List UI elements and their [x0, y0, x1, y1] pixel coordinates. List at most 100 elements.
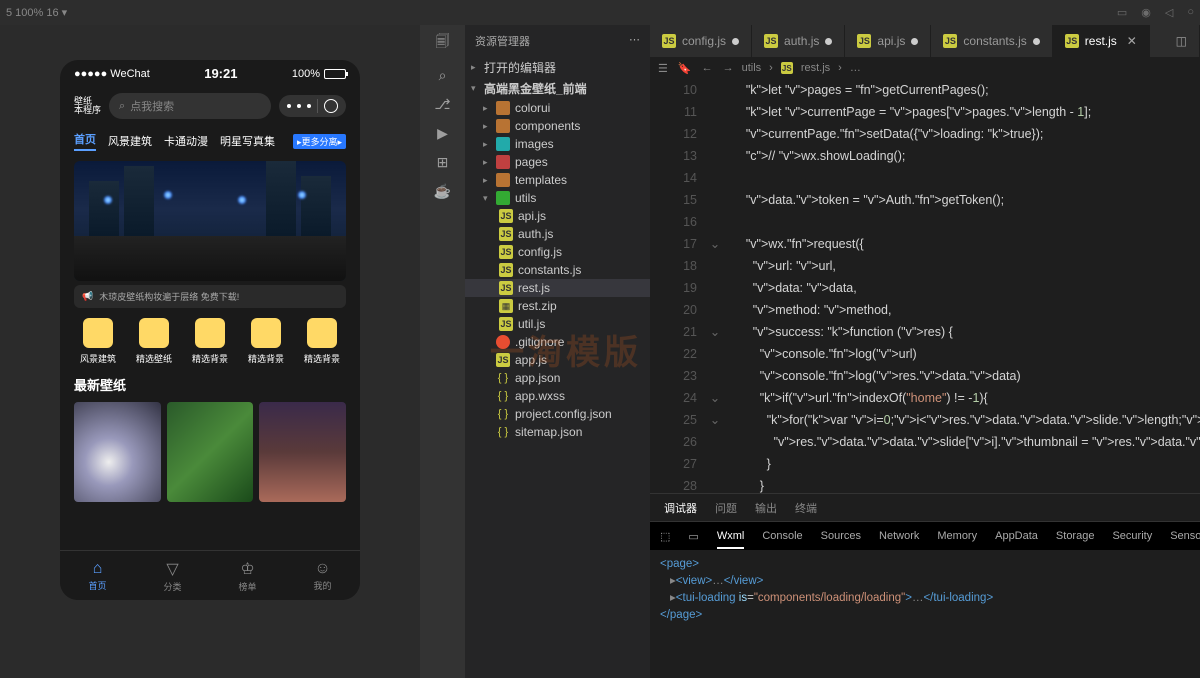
devtab-sources[interactable]: Sources — [821, 530, 861, 542]
tree-folder-utils[interactable]: ▾utils — [465, 189, 650, 207]
explorer-header: 资源管理器 ⋯ — [465, 25, 650, 57]
devtab-network[interactable]: Network — [879, 530, 919, 542]
close-icon[interactable]: ✕ — [1127, 34, 1137, 48]
devtab-storage[interactable]: Storage — [1056, 530, 1095, 542]
devtab-wxml[interactable]: Wxml — [717, 530, 745, 549]
devtab-console[interactable]: Console — [762, 530, 802, 542]
nav-rank[interactable]: ♔榜单 — [238, 559, 256, 593]
tree-file[interactable]: ▦rest.zip — [465, 297, 650, 315]
back-icon[interactable]: ◁ — [1165, 6, 1173, 19]
editor-tab[interactable]: JSconfig.js — [650, 25, 752, 57]
device-icon[interactable]: ▭ — [1117, 6, 1127, 19]
editor-tab-active[interactable]: JSrest.js✕ — [1053, 25, 1150, 57]
devtab-security[interactable]: Security — [1112, 530, 1152, 542]
line-gutter: 10 11 12 13 14 15 16 17 18 19 20 21 22 2… — [650, 79, 705, 493]
tree-file[interactable]: { }project.config.json — [465, 405, 650, 423]
split-icon[interactable]: ◫ — [1176, 34, 1187, 48]
more-icon[interactable]: ⋯ — [629, 33, 640, 49]
home-icon[interactable]: ○ — [1187, 6, 1194, 19]
fold-column[interactable]: ⌄ ⌄ ⌄ ⌄ — [705, 79, 725, 493]
tab-stars[interactable]: 明星写真集 — [220, 133, 275, 149]
devtab-sensor[interactable]: Sensor — [1170, 530, 1200, 542]
tree-folder[interactable]: ▸templates — [465, 171, 650, 189]
device-icon[interactable]: ▭ — [688, 530, 698, 543]
wxml-tree[interactable]: <page> ▸<view>…</view> ▸<tui-loading is=… — [650, 550, 1200, 630]
target-icon[interactable] — [324, 99, 338, 113]
editor-tabs: JSconfig.js JSauth.js JSapi.js JSconstan… — [650, 25, 1200, 57]
bottom-nav: ⌂首页 ▽分类 ♔榜单 ☺我的 — [60, 550, 360, 600]
editor-tab[interactable]: JSconstants.js — [931, 25, 1052, 57]
back-icon[interactable]: ← — [702, 62, 713, 75]
bottom-panel: 调试器 问题 输出 终端 ⬚ ▭ Wxml Console Sources Ne… — [650, 493, 1200, 678]
editor-actions: ◫ — [1150, 25, 1200, 57]
wallpaper-row — [60, 398, 360, 506]
files-icon[interactable]: 🗐 — [436, 31, 450, 55]
emoji-cat-1[interactable]: 精选壁纸 — [136, 318, 172, 365]
nav-home[interactable]: ⌂首页 — [88, 560, 106, 592]
search-icon[interactable]: ⌕ — [439, 67, 447, 84]
tab-debugger[interactable]: 调试器 — [664, 500, 697, 523]
tree-file[interactable]: JSutil.js — [465, 315, 650, 333]
tree-folder[interactable]: ▸images — [465, 135, 650, 153]
nav-me[interactable]: ☺我的 — [313, 560, 331, 592]
wechat-capsule[interactable] — [279, 95, 346, 117]
wallpaper-thumb[interactable] — [167, 402, 254, 502]
tree-folder[interactable]: ▸pages — [465, 153, 650, 171]
more-categories[interactable]: ▸更多分离▸ — [293, 134, 346, 149]
forward-icon[interactable]: → — [723, 62, 734, 75]
tree-section[interactable]: ▸打开的编辑器 — [465, 57, 650, 78]
activity-bar: 🗐 ⌕ ⎇ ▶ ⊞ ☕ — [420, 25, 465, 678]
editor-tab[interactable]: JSapi.js — [845, 25, 931, 57]
tree-project[interactable]: ▾高端黑金壁纸_前端 — [465, 78, 650, 99]
tab-scenery[interactable]: 风景建筑 — [108, 133, 152, 149]
emoji-cat-0[interactable]: 风景建筑 — [80, 318, 116, 365]
panel-tabs: 调试器 问题 输出 终端 — [650, 494, 1200, 522]
tree-file[interactable]: { }sitemap.json — [465, 423, 650, 441]
zoom-indicator[interactable]: 5 100% 16 ▾ — [6, 6, 67, 19]
section-title: 最新壁纸 — [60, 371, 360, 398]
tree-file[interactable]: JSconfig.js — [465, 243, 650, 261]
devtools-tabs: ⬚ ▭ Wxml Console Sources Network Memory … — [650, 522, 1200, 550]
tree-file[interactable]: { }app.json — [465, 369, 650, 387]
emoji-cat-4[interactable]: 精选背景 — [304, 318, 340, 365]
git-icon[interactable]: ⎇ — [434, 96, 450, 113]
code-editor[interactable]: 10 11 12 13 14 15 16 17 18 19 20 21 22 2… — [650, 79, 1200, 493]
record-icon[interactable]: ◉ — [1141, 6, 1151, 19]
tab-problems[interactable]: 问题 — [715, 500, 737, 516]
devtab-memory[interactable]: Memory — [937, 530, 977, 542]
tab-home[interactable]: 首页 — [74, 131, 96, 151]
editor-tab[interactable]: JSauth.js — [752, 25, 845, 57]
bookmark-icon[interactable]: 🔖 — [678, 62, 692, 75]
banner-image[interactable] — [74, 161, 346, 281]
tree-file[interactable]: JSapp.js — [465, 351, 650, 369]
app-header: 壁纸本程序 ⌕ 点我搜索 — [60, 87, 360, 125]
tree-folder[interactable]: ▸components — [465, 117, 650, 135]
list-icon[interactable]: ☰ — [658, 62, 668, 75]
tab-output[interactable]: 输出 — [755, 500, 777, 516]
search-input[interactable]: ⌕ 点我搜索 — [109, 93, 271, 119]
wallpaper-thumb[interactable] — [74, 402, 161, 502]
tab-anime[interactable]: 卡通动漫 — [164, 133, 208, 149]
inspect-icon[interactable]: ⬚ — [660, 530, 670, 543]
tree-file[interactable]: JSapi.js — [465, 207, 650, 225]
devtab-appdata[interactable]: AppData — [995, 530, 1038, 542]
tab-terminal[interactable]: 终端 — [795, 500, 817, 516]
tree-file[interactable]: { }app.wxss — [465, 387, 650, 405]
cloud-icon[interactable]: ☕ — [434, 183, 451, 200]
wallpaper-thumb[interactable] — [259, 402, 346, 502]
status-time: 19:21 — [204, 66, 237, 81]
explorer-panel: 资源管理器 ⋯ ▸打开的编辑器 ▾高端黑金壁纸_前端 ▸colorui ▸com… — [465, 25, 650, 678]
tree-file-rest[interactable]: JSrest.js — [465, 279, 650, 297]
tree-file[interactable]: JSauth.js — [465, 225, 650, 243]
notice-bar[interactable]: 📢 木琼皮壁纸构妆遍于层络 免费下载! — [74, 285, 346, 308]
code-content[interactable]: "k">let "v">pages = "fn">getCurrentPages… — [725, 79, 1200, 493]
debug-icon[interactable]: ▶ — [437, 125, 448, 142]
emoji-cat-2[interactable]: 精选背景 — [192, 318, 228, 365]
tree-file[interactable]: .gitignore — [465, 333, 650, 351]
tree-folder[interactable]: ▸colorui — [465, 99, 650, 117]
nav-category[interactable]: ▽分类 — [163, 559, 181, 593]
emoji-cat-3[interactable]: 精选背景 — [248, 318, 284, 365]
tree-file[interactable]: JSconstants.js — [465, 261, 650, 279]
ext-icon[interactable]: ⊞ — [437, 154, 449, 171]
toolbar-right: ▭ ◉ ◁ ○ — [1117, 6, 1194, 19]
